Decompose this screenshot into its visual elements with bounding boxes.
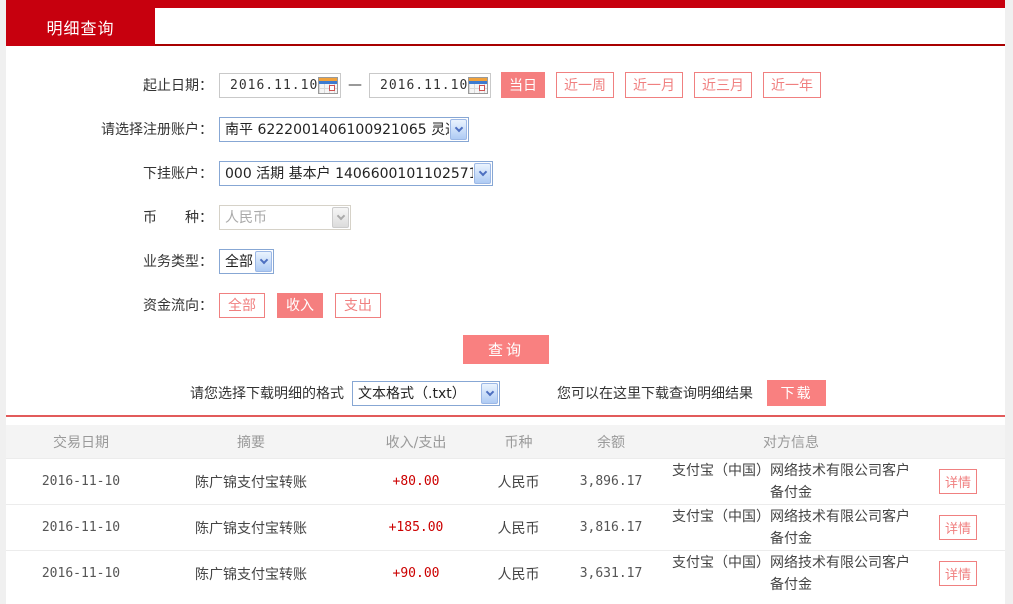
- register-account-row: 请选择注册账户： 南平 6222001406100921065 灵通卡: [6, 107, 1005, 151]
- query-button-row: 查询: [6, 327, 1005, 371]
- date-range-row: 起止日期： 2016.11.10 — 2016.11.10 当日 近一周 近一月…: [6, 63, 1005, 107]
- start-date-input[interactable]: 2016.11.10: [219, 73, 341, 98]
- quick-range-quarter-button[interactable]: 近三月: [694, 72, 752, 98]
- download-format-value: 文本格式（.txt）: [358, 383, 480, 403]
- business-type-label: 业务类型：: [6, 251, 219, 271]
- tab-label: 明细查询: [46, 15, 114, 39]
- cell-currency: 人民币: [486, 472, 551, 492]
- sub-account-label: 下挂账户：: [6, 163, 219, 183]
- end-date-value: 2016.11.10: [380, 78, 468, 93]
- cell-date: 2016-11-10: [6, 474, 156, 489]
- table-row: 2016-11-10 陈广锦支付宝转账 +185.00 人民币 3,816.17…: [6, 504, 1005, 550]
- chevron-down-icon[interactable]: [474, 163, 491, 184]
- header-amount: 收入/支出: [346, 432, 486, 452]
- cell-amount: +185.00: [346, 520, 486, 535]
- fund-flow-all-button[interactable]: 全部: [219, 293, 265, 318]
- cell-date: 2016-11-10: [6, 566, 156, 581]
- business-type-select[interactable]: 全部: [219, 249, 274, 274]
- cell-summary: 陈广锦支付宝转账: [156, 472, 346, 492]
- header-currency: 币种: [486, 432, 551, 452]
- cell-action: 详情: [911, 469, 1005, 494]
- fund-flow-label: 资金流向：: [6, 295, 219, 315]
- chevron-down-icon[interactable]: [481, 383, 498, 404]
- business-type-value: 全部: [225, 251, 254, 271]
- fund-flow-row: 资金流向： 全部 收入 支出: [6, 283, 1005, 327]
- currency-value: 人民币: [225, 207, 331, 227]
- calendar-icon[interactable]: [318, 77, 338, 94]
- chevron-down-icon[interactable]: [450, 119, 467, 140]
- chevron-down-icon[interactable]: [255, 251, 272, 272]
- table-row: 2016-11-10 陈广锦支付宝转账 +90.00 人民币 3,631.17 …: [6, 550, 1005, 596]
- cell-summary: 陈广锦支付宝转账: [156, 518, 346, 538]
- top-red-bar: [6, 0, 1005, 8]
- sub-account-select[interactable]: 000 活期 基本户 1406600101102571848: [219, 161, 493, 186]
- cell-action: 详情: [911, 561, 1005, 586]
- chevron-down-icon: [332, 207, 349, 228]
- download-format-label: 请您选择下载明细的格式: [190, 383, 344, 403]
- currency-select-disabled: 人民币: [219, 205, 351, 230]
- cell-counterparty: 支付宝（中国）网络技术有限公司客户备付金: [671, 506, 911, 550]
- sub-account-value: 000 活期 基本户 1406600101102571848: [225, 163, 473, 183]
- header-counterparty: 对方信息: [671, 432, 911, 452]
- download-hint: 您可以在这里下载查询明细结果: [557, 383, 753, 403]
- cell-amount: +90.00: [346, 566, 486, 581]
- tab-bar: 明细查询: [6, 8, 1005, 46]
- quick-range-today-button[interactable]: 当日: [501, 72, 545, 98]
- sub-account-row: 下挂账户： 000 活期 基本户 1406600101102571848: [6, 151, 1005, 195]
- date-separator: —: [348, 77, 362, 93]
- download-button[interactable]: 下载: [767, 380, 826, 406]
- cell-date: 2016-11-10: [6, 520, 156, 535]
- start-date-value: 2016.11.10: [230, 78, 318, 93]
- table-row: 2016-11-10 陈广锦支付宝转账 +80.00 人民币 3,896.17 …: [6, 458, 1005, 504]
- cell-currency: 人民币: [486, 518, 551, 538]
- query-button[interactable]: 查询: [463, 335, 549, 364]
- content-panel: 明细查询 起止日期： 2016.11.10 — 2016.11.10 当日 近一…: [6, 0, 1005, 604]
- cell-balance: 3,631.17: [551, 566, 671, 581]
- cell-action: 详情: [911, 515, 1005, 540]
- fund-flow-expense-button[interactable]: 支出: [335, 293, 381, 318]
- detail-button[interactable]: 详情: [939, 561, 977, 586]
- cell-balance: 3,816.17: [551, 520, 671, 535]
- download-format-select[interactable]: 文本格式（.txt）: [352, 381, 500, 406]
- calendar-icon[interactable]: [468, 77, 488, 94]
- register-account-value: 南平 6222001406100921065 灵通卡: [225, 119, 449, 139]
- header-date: 交易日期: [6, 432, 156, 452]
- download-row: 请您选择下载明细的格式 文本格式（.txt） 您可以在这里下载查询明细结果 下载: [6, 371, 1005, 415]
- register-account-select[interactable]: 南平 6222001406100921065 灵通卡: [219, 117, 469, 142]
- currency-row: 币 种： 人民币: [6, 195, 1005, 239]
- currency-label: 币 种：: [6, 207, 219, 227]
- cell-amount: +80.00: [346, 474, 486, 489]
- register-account-label: 请选择注册账户：: [6, 119, 219, 139]
- header-balance: 余额: [551, 432, 671, 452]
- cell-counterparty: 支付宝（中国）网络技术有限公司客户备付金: [671, 460, 911, 504]
- fund-flow-income-button[interactable]: 收入: [277, 293, 323, 318]
- table-header: 交易日期 摘要 收入/支出 币种 余额 对方信息: [6, 425, 1005, 458]
- date-range-label: 起止日期：: [6, 75, 219, 95]
- quick-range-month-button[interactable]: 近一月: [625, 72, 683, 98]
- end-date-input[interactable]: 2016.11.10: [369, 73, 491, 98]
- quick-range-year-button[interactable]: 近一年: [763, 72, 821, 98]
- detail-button[interactable]: 详情: [939, 469, 977, 494]
- tab-detail-query[interactable]: 明细查询: [6, 8, 155, 46]
- quick-range-week-button[interactable]: 近一周: [556, 72, 614, 98]
- cell-balance: 3,896.17: [551, 474, 671, 489]
- detail-button[interactable]: 详情: [939, 515, 977, 540]
- cell-summary: 陈广锦支付宝转账: [156, 564, 346, 584]
- query-form: 起止日期： 2016.11.10 — 2016.11.10 当日 近一周 近一月…: [6, 46, 1005, 415]
- header-summary: 摘要: [156, 432, 346, 452]
- cell-counterparty: 支付宝（中国）网络技术有限公司客户备付金: [671, 552, 911, 596]
- cell-currency: 人民币: [486, 564, 551, 584]
- business-type-row: 业务类型： 全部: [6, 239, 1005, 283]
